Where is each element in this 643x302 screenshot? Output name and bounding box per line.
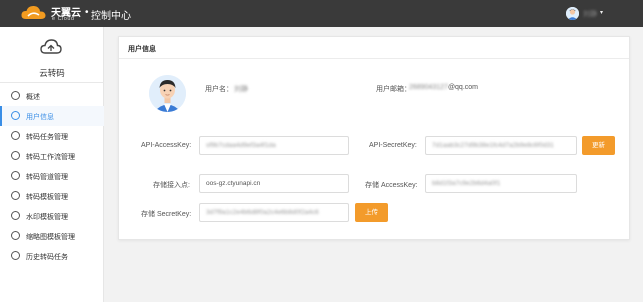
user-name[interactable]: 刘静 bbox=[583, 9, 597, 19]
history-icon bbox=[11, 251, 20, 260]
sidebar-item-label: 水印模板管理 bbox=[26, 214, 68, 221]
ecloud-logo-icon[interactable] bbox=[20, 4, 50, 23]
thumbnail-icon bbox=[11, 231, 20, 240]
overview-icon bbox=[11, 91, 20, 100]
email-value: 2689043127@qq.com bbox=[409, 84, 478, 91]
storage-access-key-value: b8d1f3a7c9e2b6d4a0f1 bbox=[432, 180, 501, 187]
upload-button[interactable]: 上传 bbox=[355, 203, 388, 222]
sidebar-item-label: 概述 bbox=[26, 94, 40, 101]
task-icon bbox=[11, 131, 20, 140]
brand-separator: • bbox=[85, 7, 89, 18]
storage-endpoint-field[interactable]: oos-gz.ctyunapi.cn bbox=[199, 174, 349, 193]
cloud-transcode-icon bbox=[40, 39, 62, 54]
username-value: 刘静 bbox=[234, 86, 248, 93]
storage-secret-key-field[interactable]: 3d7f9a1c2e4b6d8f0a2c4e6b8d0f2a4c6 bbox=[199, 203, 349, 222]
profile-avatar bbox=[149, 75, 186, 112]
sidebar-item-label: 历史转码任务 bbox=[26, 254, 68, 261]
api-secret-key-field[interactable]: 7d1aab3c27d9b38e1fc4d7a2b9e8c6f0d31 bbox=[425, 136, 577, 155]
email-masked-part: 2689043127 bbox=[409, 84, 448, 91]
storage-access-key-label: 存储 AccessKey: bbox=[365, 182, 418, 189]
sidebar-item-thumbnail-management[interactable]: 缩略图模板管理 bbox=[0, 226, 104, 246]
watermark-icon bbox=[11, 211, 20, 220]
sidebar-item-label: 转码管道管理 bbox=[26, 174, 68, 181]
panel-title: 用户信息 bbox=[128, 46, 156, 53]
pipeline-icon bbox=[11, 171, 20, 180]
storage-secret-key-value: 3d7f9a1c2e4b6d8f0a2c4e6b8d0f2a4c6 bbox=[206, 209, 319, 216]
sidebar-item-user-info[interactable]: 用户信息 bbox=[0, 106, 104, 126]
user-info-panel: 用户信息 用户名： 刘静 用户邮箱： 2689043127@qq.com API… bbox=[118, 36, 630, 240]
api-secret-key-label: API-SecretKey: bbox=[369, 142, 417, 149]
sidebar-item-template-management[interactable]: 转码模板管理 bbox=[0, 186, 104, 206]
storage-secret-key-label: 存储 SecretKey: bbox=[141, 211, 192, 218]
panel-divider bbox=[119, 58, 629, 59]
sidebar-title: 云转码 bbox=[39, 68, 65, 78]
sidebar-item-label: 转码模板管理 bbox=[26, 194, 68, 201]
sidebar-item-label: 缩略图模板管理 bbox=[26, 234, 75, 241]
storage-endpoint-label: 存储接入点: bbox=[153, 182, 190, 189]
sidebar: 云转码 概述 用户信息 转码任务管理 转码工作流管理 转码管道管理 转码模板管理… bbox=[0, 27, 104, 302]
console-title[interactable]: 控制中心 bbox=[91, 7, 131, 22]
sidebar-item-overview[interactable]: 概述 bbox=[0, 86, 104, 106]
email-label: 用户邮箱： bbox=[376, 86, 411, 93]
api-access-key-field[interactable]: sf9b7cdaa4d9ef3a4f1da bbox=[199, 136, 349, 155]
sidebar-item-history-tasks[interactable]: 历史转码任务 bbox=[0, 246, 104, 266]
top-bar: 天翼云 e Cloud • 控制中心 刘静 ▾ bbox=[0, 0, 643, 27]
user-avatar[interactable] bbox=[566, 7, 579, 20]
storage-access-key-field[interactable]: b8d1f3a7c9e2b6d4a0f1 bbox=[425, 174, 577, 193]
sidebar-item-label: 转码任务管理 bbox=[26, 134, 68, 141]
user-info-icon bbox=[11, 111, 20, 120]
sidebar-item-pipeline-management[interactable]: 转码管道管理 bbox=[0, 166, 104, 186]
sidebar-item-label: 转码工作流管理 bbox=[26, 154, 75, 161]
api-access-key-label: API-AccessKey: bbox=[141, 142, 192, 149]
brand-subtitle: e Cloud bbox=[52, 16, 75, 22]
email-domain: @qq.com bbox=[447, 84, 478, 91]
api-access-key-value: sf9b7cdaa4d9ef3a4f1da bbox=[206, 142, 276, 149]
template-icon bbox=[11, 191, 20, 200]
sidebar-item-workflow-management[interactable]: 转码工作流管理 bbox=[0, 146, 104, 166]
sidebar-item-watermark-management[interactable]: 水印模板管理 bbox=[0, 206, 104, 226]
chevron-down-icon[interactable]: ▾ bbox=[600, 9, 603, 16]
sidebar-header: 云转码 bbox=[0, 27, 104, 83]
refresh-button[interactable]: 更新 bbox=[582, 136, 615, 155]
api-secret-key-value: 7d1aab3c27d9b38e1fc4d7a2b9e8c6f0d31 bbox=[432, 142, 554, 149]
username-label: 用户名： bbox=[205, 86, 233, 93]
workflow-icon bbox=[11, 151, 20, 160]
sidebar-item-label: 用户信息 bbox=[26, 114, 54, 121]
sidebar-item-task-management[interactable]: 转码任务管理 bbox=[0, 126, 104, 146]
